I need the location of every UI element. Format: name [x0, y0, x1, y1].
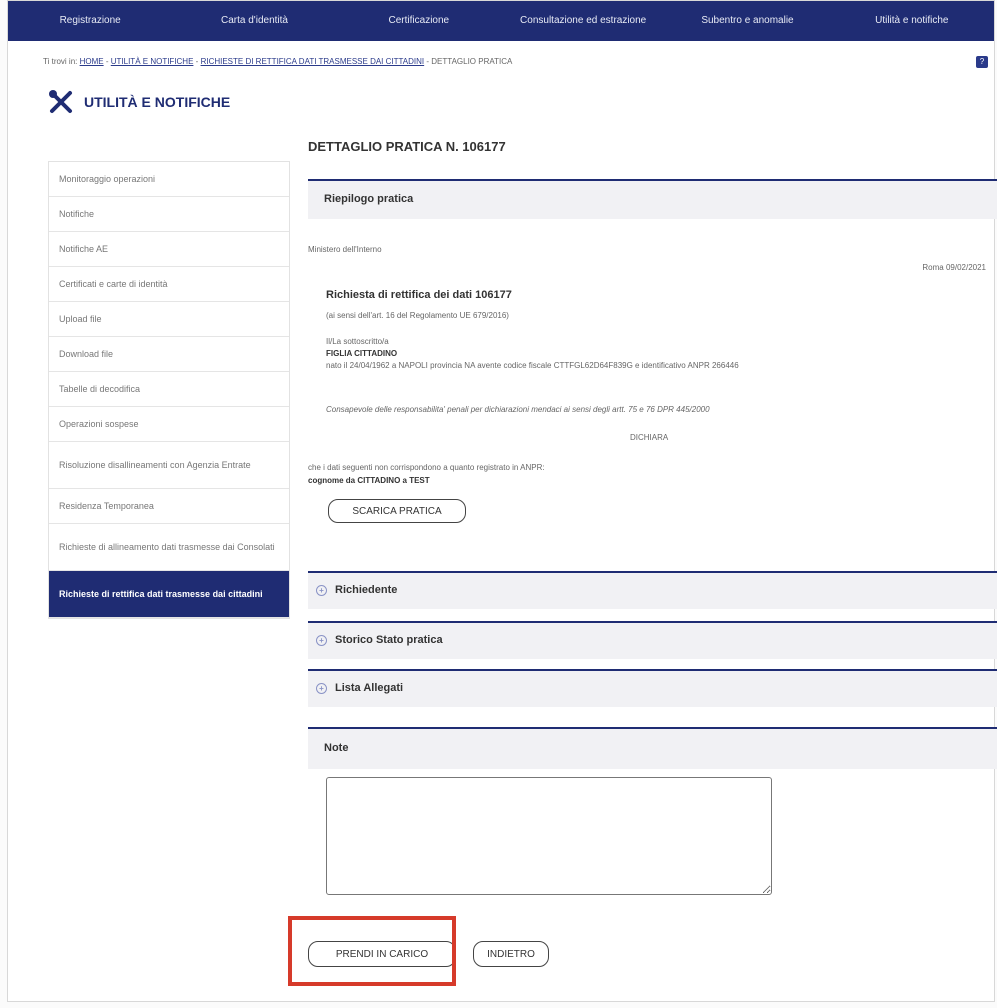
- section-header: UTILITÀ E NOTIFICHE: [48, 89, 230, 115]
- allegati-row: + Lista Allegati: [308, 671, 997, 705]
- breadcrumb-richieste[interactable]: RICHIESTE DI RETTIFICA DATI TRASMESSE DA…: [201, 57, 425, 66]
- breadcrumb: Ti trovi in: HOME - UTILITÀ E NOTIFICHE …: [43, 57, 512, 66]
- storico-row: + Storico Stato pratica: [308, 623, 997, 657]
- richiedente-row: + Richiedente: [308, 573, 997, 607]
- allegati-label: Lista Allegati: [335, 682, 404, 694]
- request-subheading: (ai sensi dell'art. 16 del Regolamento U…: [326, 311, 509, 320]
- richiedente-header[interactable]: + Richiedente: [308, 571, 997, 609]
- riepilogo-header[interactable]: Riepilogo pratica: [308, 179, 997, 219]
- plus-circle-icon: +: [316, 634, 327, 646]
- ministry-label: Ministero dell'Interno: [308, 245, 382, 254]
- signer-name: FIGLIA CITTADINO: [326, 349, 398, 358]
- sidebar-item-notifiche[interactable]: Notifiche: [49, 197, 289, 232]
- highlight-box: [288, 916, 456, 986]
- sidebar-item-monitoraggio[interactable]: Monitoraggio operazioni: [49, 162, 289, 197]
- sidebar-item-consolati[interactable]: Richieste di allineamento dati trasmesse…: [49, 524, 289, 571]
- nav-certificazione[interactable]: Certificazione: [337, 1, 501, 41]
- sidebar-item-download[interactable]: Download file: [49, 337, 289, 372]
- help-button[interactable]: ?: [976, 56, 988, 68]
- sidebar-item-certificati[interactable]: Certificati e carte di identità: [49, 267, 289, 302]
- signer-details: nato il 24/04/1962 a NAPOLI provincia NA…: [326, 361, 739, 370]
- breadcrumb-current: DETTAGLIO PRATICA: [431, 57, 513, 66]
- note-textarea[interactable]: [326, 777, 772, 895]
- sidebar-item-operazioni-sospese[interactable]: Operazioni sospese: [49, 407, 289, 442]
- storico-label: Storico Stato pratica: [335, 634, 443, 646]
- back-button[interactable]: INDIETRO: [473, 941, 549, 967]
- nav-carta-identita[interactable]: Carta d'identità: [172, 1, 336, 41]
- plus-circle-icon: +: [316, 584, 327, 596]
- breadcrumb-separator: -: [195, 57, 199, 66]
- sidebar-item-rettifica[interactable]: Richieste di rettifica dati trasmesse da…: [49, 571, 289, 618]
- nav-utilita[interactable]: Utilità e notifiche: [830, 1, 994, 41]
- breadcrumb-separator: -: [105, 57, 109, 66]
- declare-label: DICHIARA: [630, 433, 669, 442]
- nav-consultazione[interactable]: Consultazione ed estrazione: [501, 1, 665, 41]
- place-date: Roma 09/02/2021: [922, 263, 986, 272]
- breadcrumb-separator: -: [426, 57, 430, 66]
- top-navigation: Registrazione Carta d'identità Certifica…: [8, 1, 994, 41]
- breadcrumb-utilita[interactable]: UTILITÀ E NOTIFICHE: [111, 57, 194, 66]
- plus-circle-icon: +: [316, 682, 327, 694]
- sidebar-item-agenzia-entrate[interactable]: Risoluzione disallineamenti con Agenzia …: [49, 442, 289, 489]
- storico-header[interactable]: + Storico Stato pratica: [308, 621, 997, 659]
- note-title: Note: [324, 742, 349, 754]
- sidebar-item-residenza[interactable]: Residenza Temporanea: [49, 489, 289, 524]
- breadcrumb-prefix: Ti trovi in:: [43, 57, 78, 66]
- sidebar: Monitoraggio operazioni Notifiche Notifi…: [48, 161, 290, 619]
- sidebar-item-notifiche-ae[interactable]: Notifiche AE: [49, 232, 289, 267]
- sidebar-item-tabelle[interactable]: Tabelle di decodifica: [49, 372, 289, 407]
- breadcrumb-home[interactable]: HOME: [80, 57, 104, 66]
- data-mismatch-text: che i dati seguenti non corrispondono a …: [308, 463, 545, 472]
- section-title: UTILITÀ E NOTIFICHE: [84, 94, 231, 110]
- allegati-header[interactable]: + Lista Allegati: [308, 669, 997, 707]
- richiedente-label: Richiedente: [335, 584, 398, 596]
- note-header: Note: [308, 727, 997, 769]
- signer-intro: Il/La sottoscritto/a: [326, 337, 389, 346]
- nav-registrazione[interactable]: Registrazione: [8, 1, 172, 41]
- download-practice-button[interactable]: SCARICA PRATICA: [328, 499, 466, 523]
- page-title: DETTAGLIO PRATICA N. 106177: [308, 139, 506, 154]
- riepilogo-title: Riepilogo pratica: [324, 193, 414, 205]
- change-detail: cognome da CITTADINO a TEST: [308, 476, 430, 485]
- request-heading: Richiesta di rettifica dei dati 106177: [326, 289, 512, 301]
- awareness-statement: Consapevole delle responsabilita' penali…: [326, 405, 710, 414]
- tools-icon: [49, 90, 72, 113]
- nav-subentro[interactable]: Subentro e anomalie: [665, 1, 829, 41]
- sidebar-item-upload[interactable]: Upload file: [49, 302, 289, 337]
- page-frame: Registrazione Carta d'identità Certifica…: [7, 0, 997, 1002]
